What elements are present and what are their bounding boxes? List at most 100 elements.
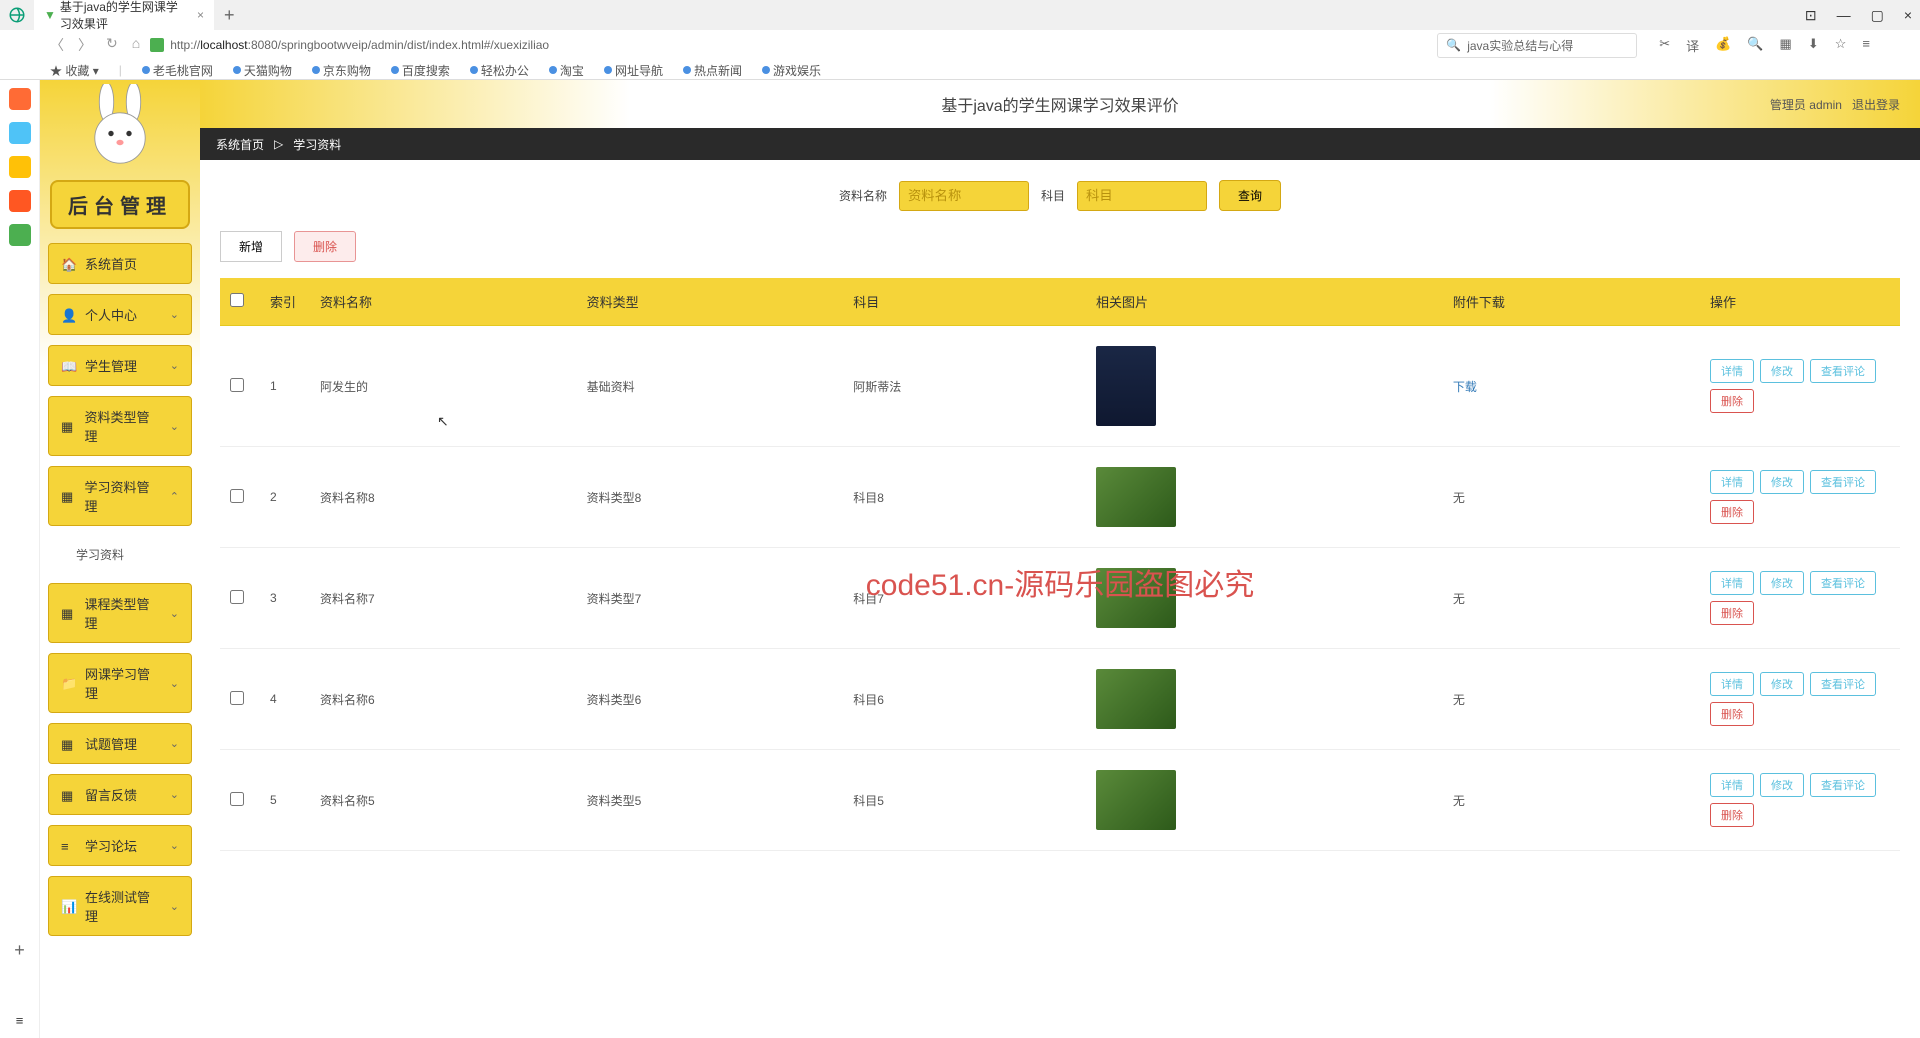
tab-favicon: ▼: [44, 8, 56, 22]
comment-button[interactable]: 查看评论: [1810, 773, 1876, 797]
sidebar-item-material-type[interactable]: ▦ 资料类型管理 ⌄: [48, 396, 192, 456]
edit-button[interactable]: 修改: [1760, 359, 1804, 383]
bookmark-item[interactable]: 轻松办公: [470, 62, 529, 79]
sidebar-item-forum[interactable]: ≡ 学习论坛 ⌄: [48, 825, 192, 866]
sidebar-item-test[interactable]: 📊 在线测试管理 ⌄: [48, 876, 192, 936]
sidebar-item-student[interactable]: 📖 学生管理 ⌄: [48, 345, 192, 386]
logout-link[interactable]: 退出登录: [1852, 98, 1900, 112]
bookmark-item[interactable]: 淘宝: [549, 62, 584, 79]
sidebar-item-home[interactable]: 🏠 系统首页: [48, 243, 192, 284]
bookmark-item[interactable]: 百度搜索: [391, 62, 450, 79]
detail-button[interactable]: 详情: [1710, 359, 1754, 383]
sidebar-item-online-course[interactable]: 📁 网课学习管理 ⌄: [48, 653, 192, 713]
bookmarks-label: ★ 收藏 ▾: [50, 62, 99, 79]
sidebar-item-question[interactable]: ▦ 试题管理 ⌄: [48, 723, 192, 764]
search-box[interactable]: 🔍 java实验总结与心得: [1437, 33, 1637, 58]
maximize-icon[interactable]: ▢: [1871, 7, 1884, 24]
grid-icon: ▦: [61, 606, 75, 620]
rail-icon-1[interactable]: [9, 88, 31, 110]
sidebar-item-study-material[interactable]: ▦ 学习资料管理 ⌃: [48, 466, 192, 526]
cell-subject: 科目8: [843, 447, 1086, 548]
reload-icon[interactable]: ↻: [106, 35, 118, 55]
forward-icon[interactable]: 〉: [78, 35, 92, 55]
new-tab-button[interactable]: +: [224, 5, 235, 26]
sidebar-title: 后台管理: [50, 180, 190, 229]
bookmark-item[interactable]: 热点新闻: [683, 62, 742, 79]
row-checkbox[interactable]: [230, 792, 244, 806]
detail-button[interactable]: 详情: [1710, 470, 1754, 494]
translate-icon[interactable]: 译: [1686, 36, 1699, 55]
scissors-icon[interactable]: ✂: [1659, 36, 1670, 55]
detail-button[interactable]: 详情: [1710, 773, 1754, 797]
row-delete-button[interactable]: 删除: [1710, 803, 1754, 827]
sidebar-subitem-study-material[interactable]: 学习资料: [48, 536, 192, 573]
pin-icon[interactable]: ⊡: [1805, 7, 1817, 24]
row-checkbox[interactable]: [230, 590, 244, 604]
filter-subject-input[interactable]: [1077, 181, 1207, 211]
delete-button[interactable]: 删除: [294, 231, 356, 262]
table-row: 1 阿发生的 基础资料 阿斯蒂法 下载 详情 修改 查看评论 删除: [220, 326, 1900, 447]
bookmark-item[interactable]: 天猫购物: [233, 62, 292, 79]
back-icon[interactable]: 〈: [50, 35, 64, 55]
rail-menu-icon[interactable]: ≡: [16, 1013, 24, 1028]
row-delete-button[interactable]: 删除: [1710, 702, 1754, 726]
bookmark-item[interactable]: 老毛桃官网: [142, 62, 213, 79]
detail-button[interactable]: 详情: [1710, 672, 1754, 696]
edit-button[interactable]: 修改: [1760, 571, 1804, 595]
star-icon[interactable]: ☆: [1835, 36, 1847, 55]
rail-add-icon[interactable]: +: [14, 940, 25, 961]
tab-close-icon[interactable]: ×: [197, 8, 204, 22]
rail-icon-2[interactable]: [9, 122, 31, 144]
sidebar-item-profile[interactable]: 👤 个人中心 ⌄: [48, 294, 192, 335]
comment-button[interactable]: 查看评论: [1810, 359, 1876, 383]
row-delete-button[interactable]: 删除: [1710, 389, 1754, 413]
rail-icon-4[interactable]: [9, 190, 31, 212]
cell-name: 资料名称7: [310, 548, 577, 649]
row-checkbox[interactable]: [230, 691, 244, 705]
rail-icon-3[interactable]: [9, 156, 31, 178]
cell-subject: 科目7: [843, 548, 1086, 649]
chevron-down-icon: ⌄: [170, 737, 179, 750]
magnify-icon[interactable]: 🔍: [1747, 36, 1763, 55]
home-icon[interactable]: ⌂: [132, 35, 140, 55]
filter-name-input[interactable]: [899, 181, 1029, 211]
comment-button[interactable]: 查看评论: [1810, 672, 1876, 696]
bookmark-item[interactable]: 游戏娱乐: [762, 62, 821, 79]
comment-button[interactable]: 查看评论: [1810, 571, 1876, 595]
bookmark-item[interactable]: 网址导航: [604, 62, 663, 79]
detail-button[interactable]: 详情: [1710, 571, 1754, 595]
url-field[interactable]: http://localhost:8080/springbootwveip/ad…: [150, 38, 549, 52]
minimize-icon[interactable]: —: [1837, 7, 1851, 24]
edit-button[interactable]: 修改: [1760, 773, 1804, 797]
breadcrumb-home[interactable]: 系统首页: [216, 136, 264, 153]
browser-tab[interactable]: ▼ 基于java的学生网课学习效果评 ×: [34, 0, 214, 36]
comment-button[interactable]: 查看评论: [1810, 470, 1876, 494]
wallet-icon[interactable]: 💰: [1715, 36, 1731, 55]
rail-icon-5[interactable]: [9, 224, 31, 246]
cell-name: 资料名称6: [310, 649, 577, 750]
edit-button[interactable]: 修改: [1760, 672, 1804, 696]
menu-icon[interactable]: ≡: [1862, 36, 1870, 55]
grid-icon[interactable]: ▦: [1780, 36, 1792, 55]
user-icon: 👤: [61, 308, 75, 322]
query-button[interactable]: 查询: [1219, 180, 1281, 211]
row-delete-button[interactable]: 删除: [1710, 601, 1754, 625]
url-text: http://localhost:8080/springbootwveip/ad…: [170, 38, 549, 52]
sidebar-item-feedback[interactable]: ▦ 留言反馈 ⌄: [48, 774, 192, 815]
sidebar: 后台管理 🏠 系统首页 👤 个人中心 ⌄ 📖 学生管理 ⌄ ▦ 资料类型管理 ⌄…: [40, 80, 200, 1038]
row-checkbox[interactable]: [230, 378, 244, 392]
select-all-checkbox[interactable]: [230, 293, 244, 307]
sidebar-item-course-type[interactable]: ▦ 课程类型管理 ⌄: [48, 583, 192, 643]
bookmark-item[interactable]: 京东购物: [312, 62, 371, 79]
table-row: 2 资料名称8 资料类型8 科目8 无 详情 修改 查看评论 删除: [220, 447, 1900, 548]
row-checkbox[interactable]: [230, 489, 244, 503]
edit-button[interactable]: 修改: [1760, 470, 1804, 494]
close-icon[interactable]: ×: [1904, 7, 1912, 24]
add-button[interactable]: 新增: [220, 231, 282, 262]
download-icon[interactable]: ⬇: [1808, 36, 1819, 55]
row-delete-button[interactable]: 删除: [1710, 500, 1754, 524]
download-link[interactable]: 下载: [1453, 380, 1477, 394]
tab-title: 基于java的学生网课学习效果评: [60, 0, 187, 32]
chevron-down-icon: ⌄: [170, 900, 179, 913]
banner-userinfo: 管理员 admin 退出登录: [1770, 96, 1900, 113]
